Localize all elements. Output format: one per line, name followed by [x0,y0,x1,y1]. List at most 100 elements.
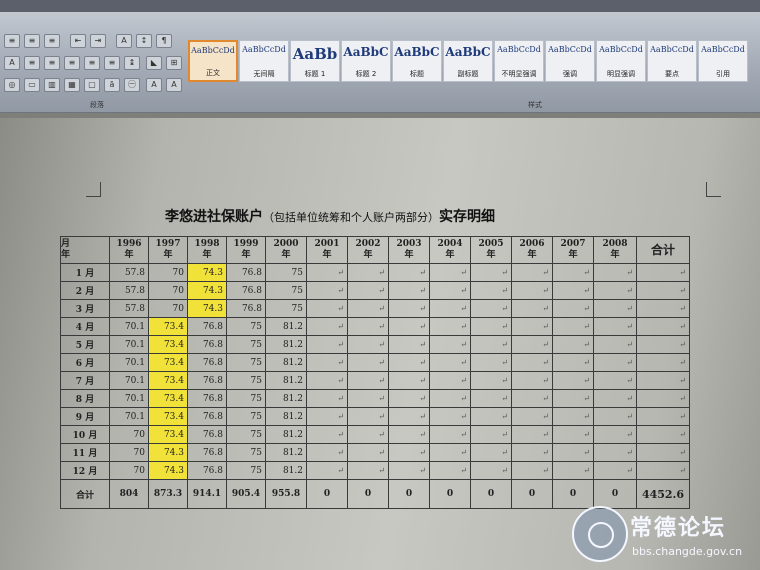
increase-indent-icon[interactable]: ⇥ [90,34,106,48]
table-cell-empty[interactable]: ↵ [306,281,348,300]
bullets-icon[interactable]: ≡ [4,34,20,48]
table-cell-empty[interactable]: ↵ [593,263,637,282]
table-cell[interactable]: 81.2 [265,389,307,408]
table-cell[interactable]: 70.1 [109,371,149,390]
account-table[interactable]: 月年 1996 年 1997 年 1998 年 1999 年 2000 年 2001 年 2002 年 200… [60,236,690,509]
show-marks-icon[interactable]: ¶ [156,34,172,48]
multilevel-list-icon[interactable]: ≡ [44,34,60,48]
table-cell[interactable]: 81.2 [265,335,307,354]
char-border-icon[interactable]: ▢ [84,78,100,92]
table-cell[interactable]: 74.3 [148,461,188,480]
month-label[interactable]: 2 月 [60,281,110,300]
table-cell-empty[interactable]: ↵ [388,263,430,282]
table-cell-empty[interactable]: ↵ [347,299,389,318]
table-cell[interactable]: 74.3 [187,299,227,318]
table-cell-empty[interactable]: ↵ [429,371,471,390]
style-tile[interactable]: AaBbCcDd 无间隔 [239,40,289,82]
text-direction-icon[interactable]: ▭ [24,78,40,92]
corner-header[interactable]: 月年 [60,236,110,264]
table-cell-empty[interactable]: ↵ [593,443,637,462]
month-label[interactable]: 6 月 [60,353,110,372]
table-cell-empty[interactable]: ↵ [593,389,637,408]
year-header[interactable]: 1997 年 [148,236,188,264]
grand-total[interactable]: 4452.6 [636,479,690,509]
style-tile[interactable]: AaBbC 标题 [392,40,442,82]
table-cell[interactable]: 76.8 [187,317,227,336]
year-header[interactable]: 2001 年 [306,236,348,264]
month-label[interactable]: 10 月 [60,425,110,444]
phonetic-icon[interactable]: ā [104,78,120,92]
table-cell-empty[interactable]: ↵ [429,425,471,444]
sort-icon[interactable]: ↕ [136,34,152,48]
table-cell-empty[interactable]: ↵ [636,263,690,282]
table-cell[interactable]: 81.2 [265,443,307,462]
table-cell[interactable]: 70 [109,443,149,462]
table-cell[interactable]: 75 [226,461,266,480]
clear-format-icon[interactable]: ◎ [4,78,20,92]
table-cell-empty[interactable]: ↵ [470,425,512,444]
table-cell-empty[interactable]: ↵ [388,335,430,354]
table-cell-empty[interactable]: ↵ [388,317,430,336]
table-cell[interactable]: 75 [265,263,307,282]
year-header[interactable]: 2003 年 [388,236,430,264]
table-cell[interactable]: 70.1 [109,389,149,408]
table-cell-empty[interactable]: ↵ [593,371,637,390]
table-cell[interactable]: 73.4 [148,353,188,372]
table-cell-empty[interactable]: ↵ [511,443,553,462]
year-header[interactable]: 2008 年 [593,236,637,264]
align-left-icon[interactable]: ≡ [24,56,40,70]
table-cell[interactable]: 76.8 [187,353,227,372]
total-cell[interactable]: 0 [593,479,637,509]
table-cell-empty[interactable]: ↵ [388,371,430,390]
table-cell[interactable]: 73.4 [148,371,188,390]
table-cell[interactable]: 70 [109,425,149,444]
decrease-indent-icon[interactable]: ⇤ [70,34,86,48]
total-header[interactable]: 合计 [636,236,690,264]
table-cell-empty[interactable]: ↵ [552,317,594,336]
table-cell-empty[interactable]: ↵ [470,281,512,300]
borders-icon[interactable]: ⊞ [166,56,182,70]
year-header[interactable]: 1999 年 [226,236,266,264]
table-cell-empty[interactable]: ↵ [470,389,512,408]
style-tile[interactable]: AaBbCcDd 引用 [698,40,748,82]
total-cell[interactable]: 0 [552,479,594,509]
style-tile[interactable]: AaBbC 标题 2 [341,40,391,82]
table-cell[interactable]: 70.1 [109,317,149,336]
table-cell-empty[interactable]: ↵ [429,335,471,354]
table-cell-empty[interactable]: ↵ [470,317,512,336]
table-cell-empty[interactable]: ↵ [593,407,637,426]
table-cell-empty[interactable]: ↵ [636,371,690,390]
table-cell-empty[interactable]: ↵ [429,407,471,426]
style-tile[interactable]: AaBbCcDd 强调 [545,40,595,82]
table-cell-empty[interactable]: ↵ [470,335,512,354]
table-cell-empty[interactable]: ↵ [552,443,594,462]
table-cell-empty[interactable]: ↵ [552,389,594,408]
table-cell-empty[interactable]: ↵ [593,461,637,480]
table-cell[interactable]: 81.2 [265,425,307,444]
table-cell-empty[interactable]: ↵ [347,389,389,408]
total-cell[interactable]: 955.8 [265,479,307,509]
table-cell[interactable]: 81.2 [265,407,307,426]
table-cell[interactable]: 73.4 [148,335,188,354]
style-tile[interactable]: AaBbCcDd 明显强调 [596,40,646,82]
month-label[interactable]: 7 月 [60,371,110,390]
table-cell-empty[interactable]: ↵ [636,281,690,300]
table-cell-empty[interactable]: ↵ [306,389,348,408]
table-cell-empty[interactable]: ↵ [388,443,430,462]
table-cell[interactable]: 76.8 [187,335,227,354]
table-cell-empty[interactable]: ↵ [593,281,637,300]
table-cell[interactable]: 70.1 [109,353,149,372]
table-cell[interactable]: 75 [226,371,266,390]
year-header[interactable]: 2005 年 [470,236,512,264]
table-cell-empty[interactable]: ↵ [306,335,348,354]
chinese-layout-icon[interactable]: A [116,34,132,48]
total-cell[interactable]: 0 [388,479,430,509]
table-cell-empty[interactable]: ↵ [347,353,389,372]
table-cell-empty[interactable]: ↵ [306,371,348,390]
table-cell-empty[interactable]: ↵ [429,263,471,282]
table-cell[interactable]: 81.2 [265,353,307,372]
table-cell-empty[interactable]: ↵ [429,353,471,372]
table-cell-empty[interactable]: ↵ [347,407,389,426]
table-cell-empty[interactable]: ↵ [306,461,348,480]
table-cell-empty[interactable]: ↵ [593,425,637,444]
